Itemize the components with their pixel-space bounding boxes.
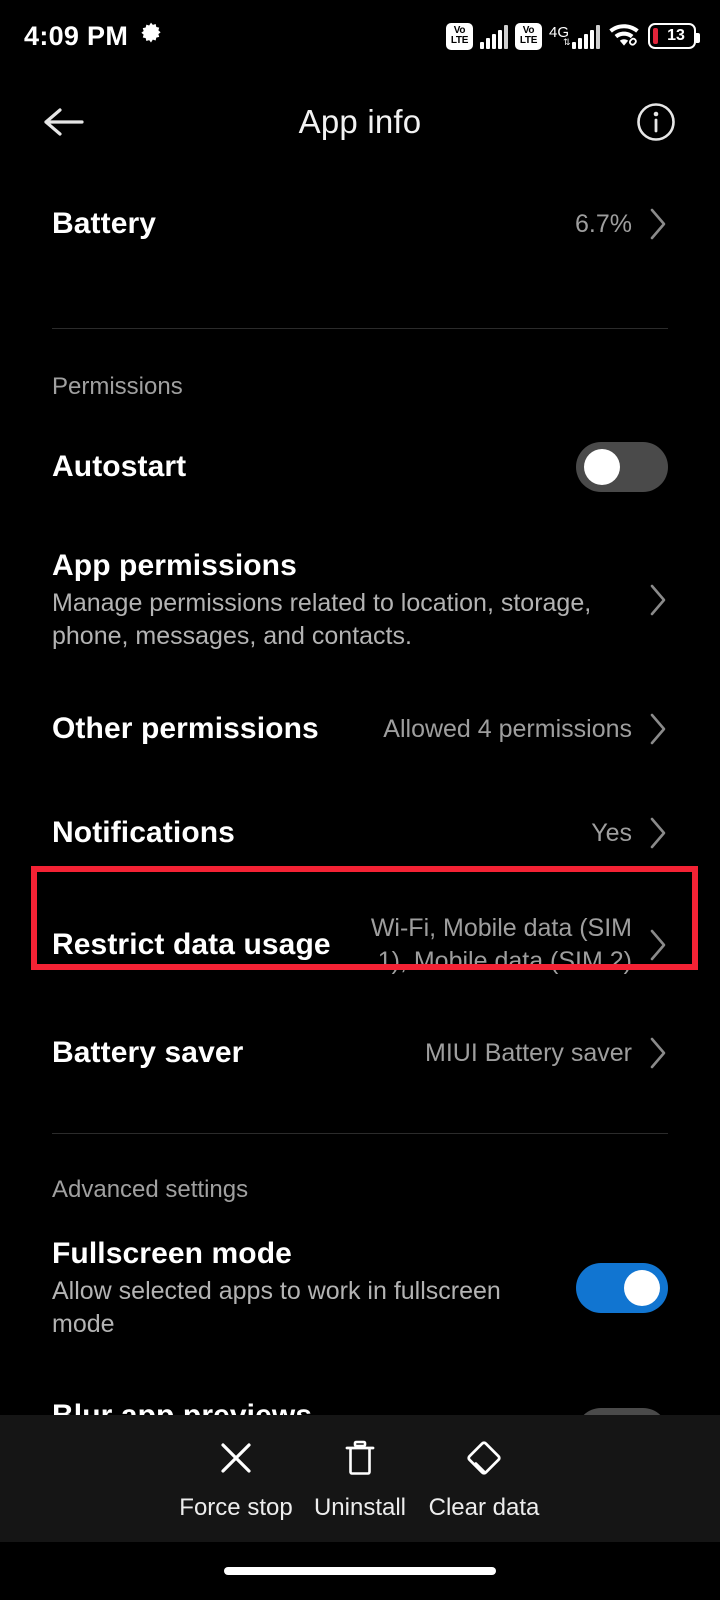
fullscreen-mode-toggle-knob [624,1270,660,1306]
row-restrict-data-usage-main: Restrict data usage [52,926,360,964]
chevron-right-icon [646,712,668,746]
row-battery-value: 6.7% [575,209,632,238]
status-bar-clock: 4:09 PM [24,20,129,51]
fullscreen-mode-toggle[interactable] [576,1263,668,1313]
row-app-permissions[interactable]: App permissions Manage permissions relat… [0,539,720,661]
trash-icon [340,1436,380,1480]
section-label-advanced-settings: Advanced settings [52,1176,249,1203]
uninstall-button[interactable]: Uninstall [298,1436,422,1522]
volte-sim1-icon: Vo LTE [445,22,473,50]
row-autostart-main: Autostart [52,448,576,486]
app-bar: App info [0,72,720,172]
info-icon[interactable] [632,98,680,146]
row-battery-saver[interactable]: Battery saver MIUI Battery saver [0,1019,720,1087]
chevron-right-icon [646,928,668,962]
row-fullscreen-mode-main: Fullscreen mode Allow selected apps to w… [52,1235,576,1341]
row-fullscreen-mode-subtitle: Allow selected apps to work in fullscree… [52,1277,501,1338]
status-bar-left: 4:09 PM [24,21,164,52]
signal-bars-sim2-icon: ⇅ [563,24,600,49]
row-app-permissions-title: App permissions [52,549,297,582]
app-info-screen: 4:09 PM Vo LTE Vo LTE 4G ⇅ 13 App info B… [0,0,720,1600]
row-notifications-title: Notifications [52,816,235,849]
force-stop-label: Force stop [179,1493,293,1521]
row-fullscreen-mode[interactable]: Fullscreen mode Allow selected apps to w… [0,1230,720,1346]
bottom-action-bar: Force stop Uninstall Clear data [0,1415,720,1542]
wifi-icon [607,20,641,52]
clear-data-label: Clear data [428,1493,540,1521]
row-fullscreen-mode-title: Fullscreen mode [52,1237,292,1270]
page-title: App info [298,103,422,140]
row-battery-title: Battery [52,207,157,240]
chevron-right-icon [646,583,668,617]
battery-level-label: 13 [667,27,685,44]
row-notifications-value: Yes [591,818,632,847]
row-app-permissions-subtitle: Manage permissions related to location, … [52,589,592,650]
section-label-permissions: Permissions [52,373,183,400]
row-other-permissions-title: Other permissions [52,712,319,745]
row-battery[interactable]: Battery 6.7% [0,176,720,272]
row-battery-saver-main: Battery saver [52,1034,425,1072]
status-bar-right: Vo LTE Vo LTE 4G ⇅ 13 [445,20,700,52]
row-other-permissions[interactable]: Other permissions Allowed 4 permissions [0,695,720,763]
chevron-right-icon [646,207,668,241]
status-bar: 4:09 PM Vo LTE Vo LTE 4G ⇅ 13 [0,0,720,72]
autostart-toggle-knob [584,449,620,485]
uninstall-label: Uninstall [313,1493,407,1521]
row-app-permissions-main: App permissions Manage permissions relat… [52,547,632,653]
row-battery-saver-value: MIUI Battery saver [425,1038,632,1067]
clear-data-button[interactable]: Clear data [422,1436,546,1522]
settings-list: Battery 6.7% Permissions Autostart App p… [0,176,720,1600]
signal-bars-sim1-icon [479,24,508,49]
chevron-right-icon [646,816,668,850]
row-other-permissions-value: Allowed 4 permissions [383,714,632,743]
force-stop-button[interactable]: Force stop [174,1436,298,1522]
row-autostart[interactable]: Autostart [0,433,720,501]
data-transfer-icon: ⇅ [563,36,571,47]
close-x-icon [216,1436,256,1480]
autostart-toggle[interactable] [576,442,668,492]
eraser-icon [464,1436,504,1480]
row-restrict-data-usage-value: Wi-Fi, Mobile data (SIM 1), Mobile data … [370,914,632,975]
row-autostart-title: Autostart [52,450,187,483]
chevron-right-icon [646,1036,668,1070]
row-battery-main: Battery [52,205,575,243]
volte-sim2-icon: Vo LTE [514,22,542,50]
row-battery-saver-title: Battery saver [52,1036,244,1069]
battery-icon: 13 [648,23,700,49]
home-gesture-pill[interactable] [224,1567,496,1575]
row-other-permissions-main: Other permissions [52,710,383,748]
row-restrict-data-usage-title: Restrict data usage [52,928,331,961]
gear-icon [138,21,164,52]
row-notifications-main: Notifications [52,814,591,852]
back-arrow-icon[interactable] [40,98,88,146]
mobile-network-sim2: 4G ⇅ [549,24,600,49]
system-navigation-bar [0,1542,720,1600]
row-notifications[interactable]: Notifications Yes [0,799,720,867]
row-restrict-data-usage[interactable]: Restrict data usage Wi-Fi, Mobile data (… [0,899,720,991]
